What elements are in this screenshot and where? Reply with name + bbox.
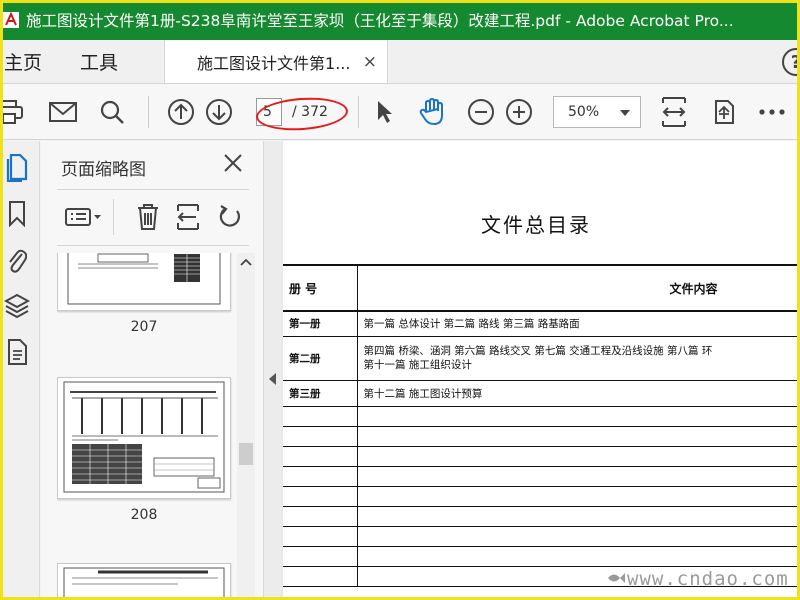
search-icon[interactable] <box>96 96 128 128</box>
document-tab[interactable]: 施工图设计文件第1... × <box>164 40 389 83</box>
bookmark-icon[interactable] <box>2 199 32 229</box>
header-volume: 册 号 <box>283 264 358 312</box>
fit-page-icon[interactable] <box>658 96 690 128</box>
rotate-page-icon[interactable] <box>215 201 245 233</box>
document-title: 文件总目录 <box>481 213 591 237</box>
scrollbar-thumb[interactable] <box>239 443 253 465</box>
empty-row <box>283 445 800 467</box>
row-content: 第四篇 桥梁、涵洞 第六篇 路线交叉 第七篇 交通工程及沿线设施 第八篇 环 第… <box>357 335 800 381</box>
chevron-down-icon <box>620 104 630 120</box>
insert-pages-icon[interactable] <box>173 201 203 233</box>
table-row: 第二册 第四篇 桥梁、涵洞 第六篇 路线交叉 第七篇 交通工程及沿线设施 第八篇… <box>283 335 800 381</box>
empty-row <box>283 545 800 567</box>
help-icon[interactable]: ? <box>782 48 800 76</box>
hand-tool-icon[interactable] <box>416 96 448 128</box>
zoom-value: 50% <box>568 104 600 120</box>
page-thumbnail[interactable] <box>57 253 231 311</box>
row-volume: 第二册 <box>283 335 358 381</box>
toolbar-separator <box>148 96 149 128</box>
empty-row <box>283 525 800 547</box>
row-content-line: 第四篇 桥梁、涵洞 第六篇 路线交叉 第七篇 交通工程及沿线设施 第八篇 环 <box>363 345 713 357</box>
document-properties-icon[interactable] <box>2 337 32 367</box>
table-header-row: 册 号 文件内容 <box>283 264 800 312</box>
nav-tools[interactable]: 工具 <box>76 40 122 83</box>
row-volume: 第一册 <box>283 310 358 337</box>
document-page: 文件总目录 册 号 文件内容 第一册 第一篇 总体设计 第二篇 路线 第三篇 路… <box>283 141 800 600</box>
email-icon[interactable] <box>47 96 79 128</box>
zoom-in-icon[interactable] <box>503 96 535 128</box>
tab-close-icon[interactable]: × <box>363 52 377 72</box>
tab-row: 主页 工具 施工图设计文件第1... × ? <box>0 40 800 84</box>
page-thumbnail[interactable] <box>57 563 231 600</box>
page-thumbnails-icon[interactable] <box>2 153 32 183</box>
panel-splitter[interactable] <box>263 141 281 600</box>
document-tab-label: 施工图设计文件第1... <box>197 53 351 73</box>
document-view[interactable]: 文件总目录 册 号 文件内容 第一册 第一篇 总体设计 第二篇 路线 第三篇 路… <box>281 141 800 600</box>
rotate-view-icon[interactable] <box>708 96 740 128</box>
empty-row <box>283 505 800 527</box>
empty-row <box>283 485 800 507</box>
header-content: 文件内容 <box>357 264 800 312</box>
row-content: 第十二篇 施工图设计预算 <box>357 379 800 407</box>
acrobat-logo-icon <box>0 9 22 31</box>
delete-icon[interactable] <box>133 201 163 233</box>
print-icon[interactable] <box>0 96 26 128</box>
thumbnail-panel: 页面缩略图 207 208 <box>41 141 263 600</box>
more-options-icon[interactable] <box>756 96 788 128</box>
thumbnail-label: 207 <box>130 319 158 335</box>
watermark-fish-icon <box>606 570 626 590</box>
layers-icon[interactable] <box>2 291 32 321</box>
row-content: 第一篇 总体设计 第二篇 路线 第三篇 路基路面 <box>357 310 800 337</box>
navigation-rail <box>0 141 40 600</box>
panel-title: 页面缩略图 <box>61 160 146 180</box>
toolbar-separator <box>358 96 359 128</box>
table-row: 第三册 第十二篇 施工图设计预算 <box>283 379 800 407</box>
thumbnail-options-icon[interactable] <box>63 201 103 233</box>
panel-divider <box>57 245 249 246</box>
title-bar: 施工图设计文件第1册-S238阜南许堂至王家坝（王化至于集段）改建工程.pdf … <box>0 0 800 40</box>
empty-row <box>283 405 800 427</box>
scroll-up-icon[interactable] <box>237 253 255 271</box>
watermark-text: www.cndao.com <box>627 568 789 590</box>
table-row: 第一册 第一篇 总体设计 第二篇 路线 第三篇 路基路面 <box>283 310 800 337</box>
toc-table: 册 号 文件内容 第一册 第一篇 总体设计 第二篇 路线 第三篇 路基路面 第二… <box>283 264 800 587</box>
toolbar: 5 / 372 50% <box>0 84 800 140</box>
attachment-icon[interactable] <box>2 245 32 275</box>
empty-row <box>283 425 800 447</box>
thumbnail-scrollbar[interactable] <box>237 253 255 600</box>
zoom-select[interactable]: 50% <box>553 96 641 128</box>
thumbnail-list: 207 208 <box>57 253 233 600</box>
select-cursor-icon[interactable] <box>368 96 400 128</box>
collapse-panel-icon[interactable] <box>269 373 276 385</box>
previous-page-icon[interactable] <box>165 96 197 128</box>
next-page-icon[interactable] <box>203 96 235 128</box>
panel-tool-separator <box>113 199 114 235</box>
close-icon[interactable] <box>221 151 245 175</box>
window-title: 施工图设计文件第1册-S238阜南许堂至王家坝（王化至于集段）改建工程.pdf … <box>26 12 734 30</box>
zoom-out-icon[interactable] <box>465 96 497 128</box>
empty-row <box>283 465 800 487</box>
nav-home[interactable]: 主页 <box>0 40 46 83</box>
page-thumbnail[interactable] <box>57 377 231 499</box>
panel-divider <box>57 189 249 190</box>
row-volume: 第三册 <box>283 379 358 407</box>
thumbnail-label: 208 <box>130 507 158 523</box>
row-content-line: 第十一篇 施工组织设计 <box>363 359 472 371</box>
